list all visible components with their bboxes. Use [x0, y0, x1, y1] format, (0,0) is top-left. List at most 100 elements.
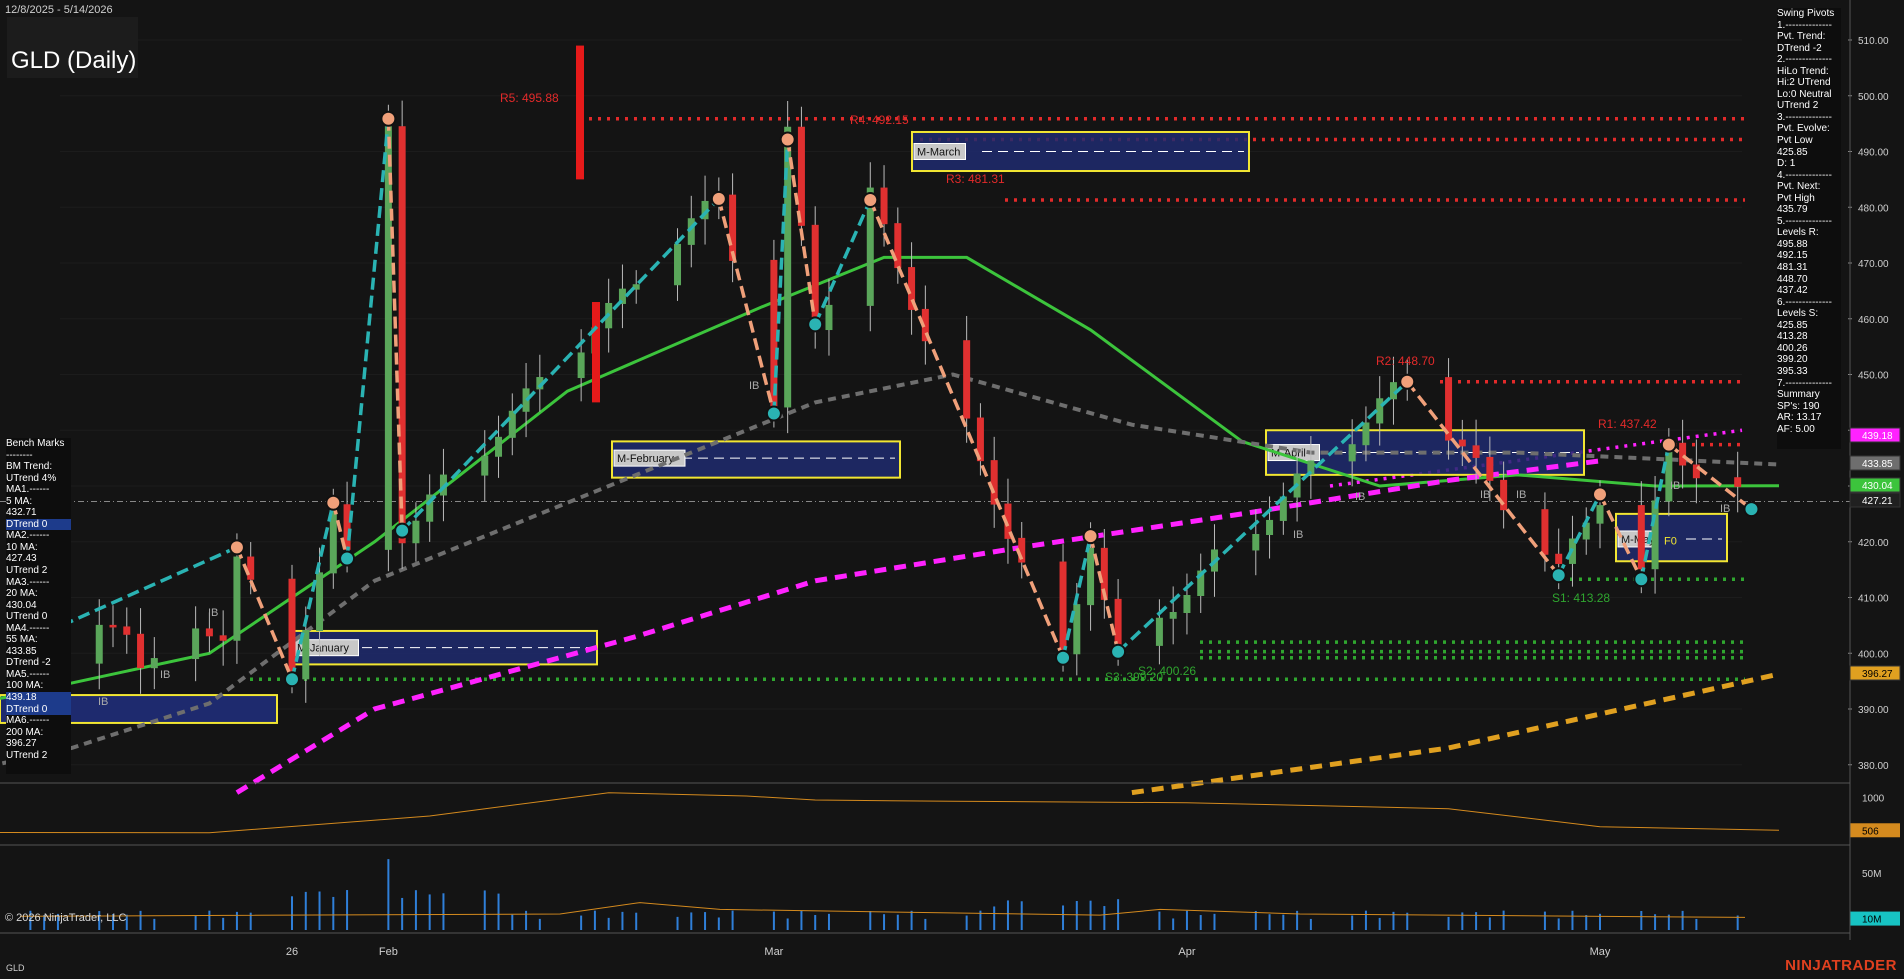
candle-body	[109, 624, 117, 628]
bench-panel-line: 427.43	[6, 553, 37, 565]
volume-panel: 50M 10M	[19, 859, 1900, 930]
symbol-footer-label: GLD	[6, 963, 25, 973]
pivot-high-marker	[228, 539, 245, 556]
price-badge-label: 396.27	[1862, 669, 1893, 680]
swing-segment	[400, 197, 721, 532]
candle-body	[674, 243, 682, 286]
volume-average-line	[19, 902, 1746, 918]
pivot-panel-line: 437.42	[1777, 285, 1808, 297]
swing-pivots-panel: Swing Pivots 1.-------------- Pvt. Trend: D…	[1777, 8, 1841, 449]
resistance-label: R5: 495.88	[500, 91, 559, 105]
pivot-high-marker	[380, 110, 397, 127]
pivot-panel-line: Levels R:	[1777, 227, 1819, 239]
pivot-high-marker	[1399, 373, 1416, 390]
x-tick-label: Apr	[1178, 946, 1195, 958]
pivot-panel-line: Summary	[1777, 389, 1820, 401]
candle-body	[1348, 444, 1356, 462]
y-tick-label: 490.00	[1858, 148, 1889, 159]
candle-body	[1541, 509, 1549, 555]
y-tick-label: 380.00	[1858, 761, 1889, 772]
candle-body	[343, 504, 351, 550]
candle-body	[1087, 547, 1095, 606]
swing-segment	[1557, 493, 1602, 576]
ib-marker: IB	[749, 380, 759, 392]
swing-segment	[235, 546, 294, 680]
candle-body	[316, 572, 324, 632]
candle-body	[137, 633, 145, 669]
candle-body	[205, 628, 213, 637]
candle-body	[1596, 505, 1604, 524]
bench-panel-line: MA3.------	[6, 576, 50, 588]
pivot-panel-line: SP's: 190	[1777, 400, 1820, 412]
bench-panel-line: UTrend 0	[6, 611, 48, 623]
pivot-panel-line: Pvt. Trend:	[1777, 31, 1826, 43]
copyright-notice: © 2026 NinjaTrader, LLC	[5, 912, 127, 924]
y-tick-label: 390.00	[1858, 705, 1889, 716]
pivot-panel-line: 425.85	[1777, 146, 1808, 158]
candle-body	[1266, 519, 1274, 536]
bench-panel-line: MA4.------	[6, 622, 50, 634]
candle-body	[495, 436, 503, 457]
candle-body	[1637, 505, 1645, 570]
pivot-panel-line: Pvt. Next:	[1777, 181, 1821, 193]
y-tick-label: 450.00	[1858, 371, 1889, 382]
bench-panel-line: 432.71	[6, 507, 37, 519]
pivot-panel-line: 395.33	[1777, 365, 1808, 377]
swing-segment	[813, 199, 872, 326]
y-tick-label: 410.00	[1858, 594, 1889, 605]
pivot-low-marker	[339, 550, 356, 567]
ib-marker: IB	[208, 607, 218, 619]
pivot-labels: R5: 495.88 R4: 492.15 R3: 481.31 R2: 448.70…	[98, 91, 1730, 708]
candle-body	[1362, 422, 1370, 446]
candle-body	[576, 45, 584, 180]
candle-body	[1555, 553, 1563, 564]
y-tick-label: 470.00	[1858, 259, 1889, 270]
pivot-panel-line: 6.--------------	[1777, 296, 1832, 308]
bench-panel-line: MA2.------	[6, 530, 50, 542]
candle-body	[592, 302, 600, 403]
resistance-label: R2: 448.70	[1376, 354, 1435, 368]
pivot-high-marker	[779, 131, 796, 148]
bench-panel-line: 20 MA:	[6, 588, 38, 600]
bench-panel-line: DTrend -2	[6, 657, 51, 669]
bench-panel-line: --------	[6, 449, 33, 461]
price-chart[interactable]: M-JanuaryM-FebruaryM-MarchM-AprilM-May F0…	[0, 0, 1904, 979]
pivot-levels	[250, 116, 1745, 682]
pivot-panel-line: AR: 13.17	[1777, 412, 1822, 424]
pivot-panel-line: 425.85	[1777, 319, 1808, 331]
monthly-range-boxes: M-JanuaryM-FebruaryM-MarchM-AprilM-May F0	[0, 130, 1728, 724]
candle-body	[1114, 598, 1122, 646]
bench-panel-line: UTrend 4%	[6, 472, 57, 484]
ib-marker: IB	[1480, 489, 1490, 501]
candle-body	[1458, 439, 1466, 447]
pivot-high-marker	[1660, 436, 1677, 453]
ma-100-line	[235, 458, 1601, 795]
osc-badge-label: 506	[1862, 826, 1879, 837]
price-badge-label: 430.04	[1862, 481, 1893, 492]
candle-body	[412, 520, 420, 544]
ib-marker: IB	[160, 669, 170, 681]
pivot-panel-line: 481.31	[1777, 262, 1808, 274]
x-tick-label: Feb	[379, 946, 398, 958]
bench-panel-line: 5 MA:	[6, 495, 33, 507]
support-label: S3: 399.20	[1105, 670, 1163, 684]
x-tick-label: May	[1590, 946, 1611, 958]
swing-segment	[1116, 380, 1409, 654]
ninjatrader-logo: NINJATRADER	[1785, 957, 1897, 974]
pivot-high-marker	[862, 191, 879, 208]
y-tick-label: 400.00	[1858, 649, 1889, 660]
candle-body	[247, 556, 255, 580]
pivot-low-marker	[765, 405, 782, 422]
candle-body	[811, 224, 819, 331]
bench-panel-line: UTrend 2	[6, 749, 48, 761]
price-badge-label: 439.18	[1862, 431, 1893, 442]
candle-body	[1651, 500, 1659, 570]
pivot-panel-line: Lo:0 Neutral	[1777, 88, 1832, 100]
pivot-low-marker	[807, 316, 824, 333]
candle-body	[302, 630, 310, 680]
pivot-panel-line: 448.70	[1777, 273, 1808, 285]
pivot-panel-line: 435.79	[1777, 204, 1808, 216]
bench-panel-line: BM Trend:	[6, 461, 53, 473]
y-tick-label: 510.00	[1858, 36, 1889, 47]
pivot-panel-line: DTrend -2	[1777, 42, 1822, 54]
